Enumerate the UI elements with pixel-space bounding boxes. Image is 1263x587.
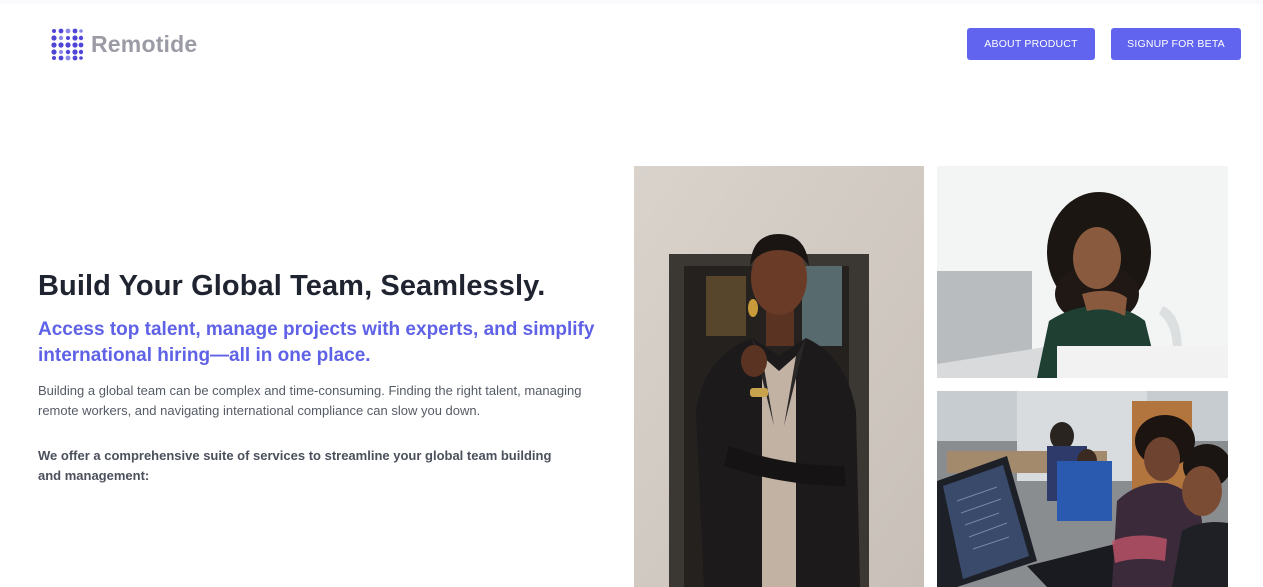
team-at-computers-photo-icon [937,391,1228,587]
woman-in-black-blazer-photo-icon [634,166,924,587]
header-top-strip [0,0,1263,4]
signup-for-beta-button[interactable]: SIGNUP FOR BETA [1111,28,1241,60]
hero-subheadline: Access top talent, manage projects with … [38,319,595,366]
hero-photo-woman-blazer [634,166,924,587]
logo[interactable]: Remotide [50,27,197,61]
hero-body-emphasis: We offer a comprehensive suite of servic… [38,448,552,483]
hero-body-text: Building a global team can be complex an… [38,383,582,418]
woman-at-laptop-photo-icon [937,166,1228,378]
hero-photo-team-computers [937,391,1228,587]
hero-photo-woman-laptop [937,166,1228,378]
about-product-button[interactable]: ABOUT PRODUCT [967,28,1095,60]
brand-name: Remotide [91,30,198,57]
hero-headline: Build Your Global Team, Seamlessly. [38,270,546,302]
remotide-logo-icon [51,28,84,61]
